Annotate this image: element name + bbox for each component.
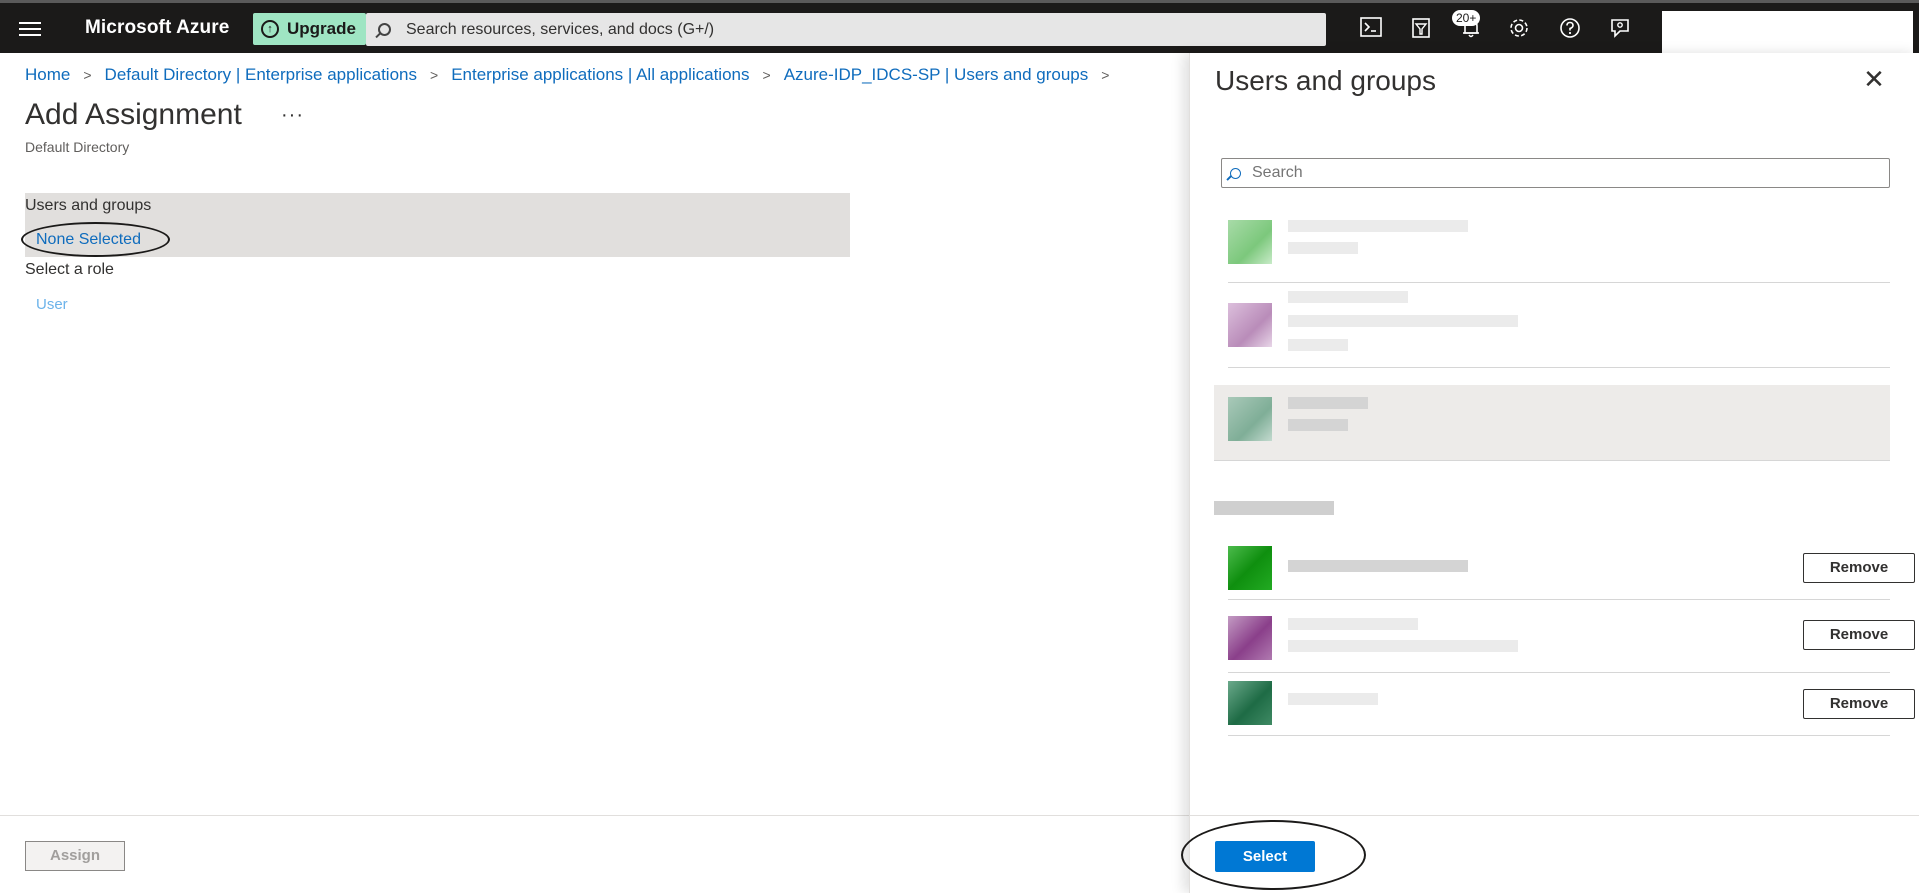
breadcrumb-users-and-groups[interactable]: Azure-IDP_IDCS-SP | Users and groups bbox=[784, 65, 1089, 85]
panel-footer-divider bbox=[1190, 815, 1919, 816]
help-icon[interactable] bbox=[1557, 17, 1583, 43]
avatar bbox=[1228, 681, 1272, 725]
upgrade-arrow-icon: ↑ bbox=[261, 20, 279, 38]
assign-button[interactable]: Assign bbox=[25, 841, 125, 871]
global-search-input[interactable]: Search resources, services, and docs (G+… bbox=[366, 13, 1326, 46]
top-navigation-bar: Microsoft Azure ↑ Upgrade Search resourc… bbox=[0, 0, 1919, 54]
chevron-right-icon: > bbox=[762, 67, 771, 83]
footer-divider bbox=[0, 815, 1190, 816]
chevron-right-icon: > bbox=[430, 67, 439, 83]
blurred-text bbox=[1288, 220, 1468, 232]
more-options-icon[interactable]: ··· bbox=[281, 104, 304, 127]
blurred-text bbox=[1288, 315, 1518, 327]
menu-icon[interactable] bbox=[19, 18, 41, 40]
breadcrumb: Home > Default Directory | Enterprise ap… bbox=[25, 65, 1122, 85]
list-item[interactable] bbox=[1228, 208, 1890, 283]
avatar bbox=[1228, 616, 1272, 660]
blurred-text bbox=[1288, 640, 1518, 652]
account-area[interactable] bbox=[1662, 11, 1913, 54]
users-groups-label: Users and groups bbox=[25, 197, 152, 214]
upgrade-label: Upgrade bbox=[287, 19, 356, 38]
selected-list-item: Remove bbox=[1228, 600, 1915, 673]
panel-search-input[interactable] bbox=[1221, 158, 1890, 188]
remove-button[interactable]: Remove bbox=[1803, 689, 1915, 719]
upgrade-button[interactable]: ↑ Upgrade bbox=[253, 13, 366, 45]
cloud-shell-icon[interactable] bbox=[1358, 17, 1384, 43]
selected-list-item: Remove bbox=[1228, 534, 1915, 600]
feedback-icon[interactable] bbox=[1607, 17, 1633, 43]
avatar bbox=[1228, 546, 1272, 590]
role-value-link[interactable]: User bbox=[36, 296, 68, 313]
avatar bbox=[1228, 220, 1272, 264]
avatar bbox=[1228, 397, 1272, 441]
settings-icon[interactable] bbox=[1506, 17, 1532, 43]
breadcrumb-enterprise-apps[interactable]: Default Directory | Enterprise applicati… bbox=[105, 65, 417, 85]
directory-filter-icon[interactable] bbox=[1408, 17, 1434, 43]
annotation-circle bbox=[1181, 820, 1366, 890]
blurred-text bbox=[1288, 560, 1468, 572]
selected-list-item: Remove bbox=[1228, 673, 1915, 736]
blurred-text bbox=[1288, 419, 1348, 431]
notification-count-badge: 20+ bbox=[1452, 10, 1481, 26]
annotation-circle bbox=[21, 222, 170, 257]
remove-button[interactable]: Remove bbox=[1803, 620, 1915, 650]
chevron-right-icon: > bbox=[1101, 67, 1110, 83]
role-label: Select a role bbox=[25, 261, 114, 278]
breadcrumb-all-applications[interactable]: Enterprise applications | All applicatio… bbox=[451, 65, 749, 85]
panel-search-field[interactable] bbox=[1252, 164, 1852, 182]
search-icon bbox=[378, 23, 391, 36]
brand-title[interactable]: Microsoft Azure bbox=[85, 17, 229, 39]
blurred-text bbox=[1288, 242, 1358, 254]
blurred-text bbox=[1288, 397, 1368, 409]
users-groups-panel: Users and groups ✕ Remove Remove Remove bbox=[1189, 53, 1919, 893]
blurred-text bbox=[1288, 693, 1378, 705]
blurred-text bbox=[1288, 618, 1418, 630]
global-search-placeholder: Search resources, services, and docs (G+… bbox=[406, 20, 715, 38]
page-title: Add Assignment bbox=[25, 98, 242, 131]
panel-title: Users and groups bbox=[1215, 65, 1437, 96]
blurred-text bbox=[1288, 291, 1408, 303]
search-icon bbox=[1230, 167, 1241, 179]
chevron-right-icon: > bbox=[83, 67, 92, 83]
remove-button[interactable]: Remove bbox=[1803, 553, 1915, 583]
list-item[interactable] bbox=[1228, 283, 1890, 368]
list-item[interactable] bbox=[1214, 385, 1890, 461]
page-subtitle: Default Directory bbox=[25, 139, 130, 155]
blurred-text bbox=[1288, 339, 1348, 351]
avatar bbox=[1228, 303, 1272, 347]
selected-items-heading bbox=[1214, 501, 1334, 515]
breadcrumb-home[interactable]: Home bbox=[25, 65, 70, 85]
close-icon[interactable]: ✕ bbox=[1862, 66, 1886, 92]
